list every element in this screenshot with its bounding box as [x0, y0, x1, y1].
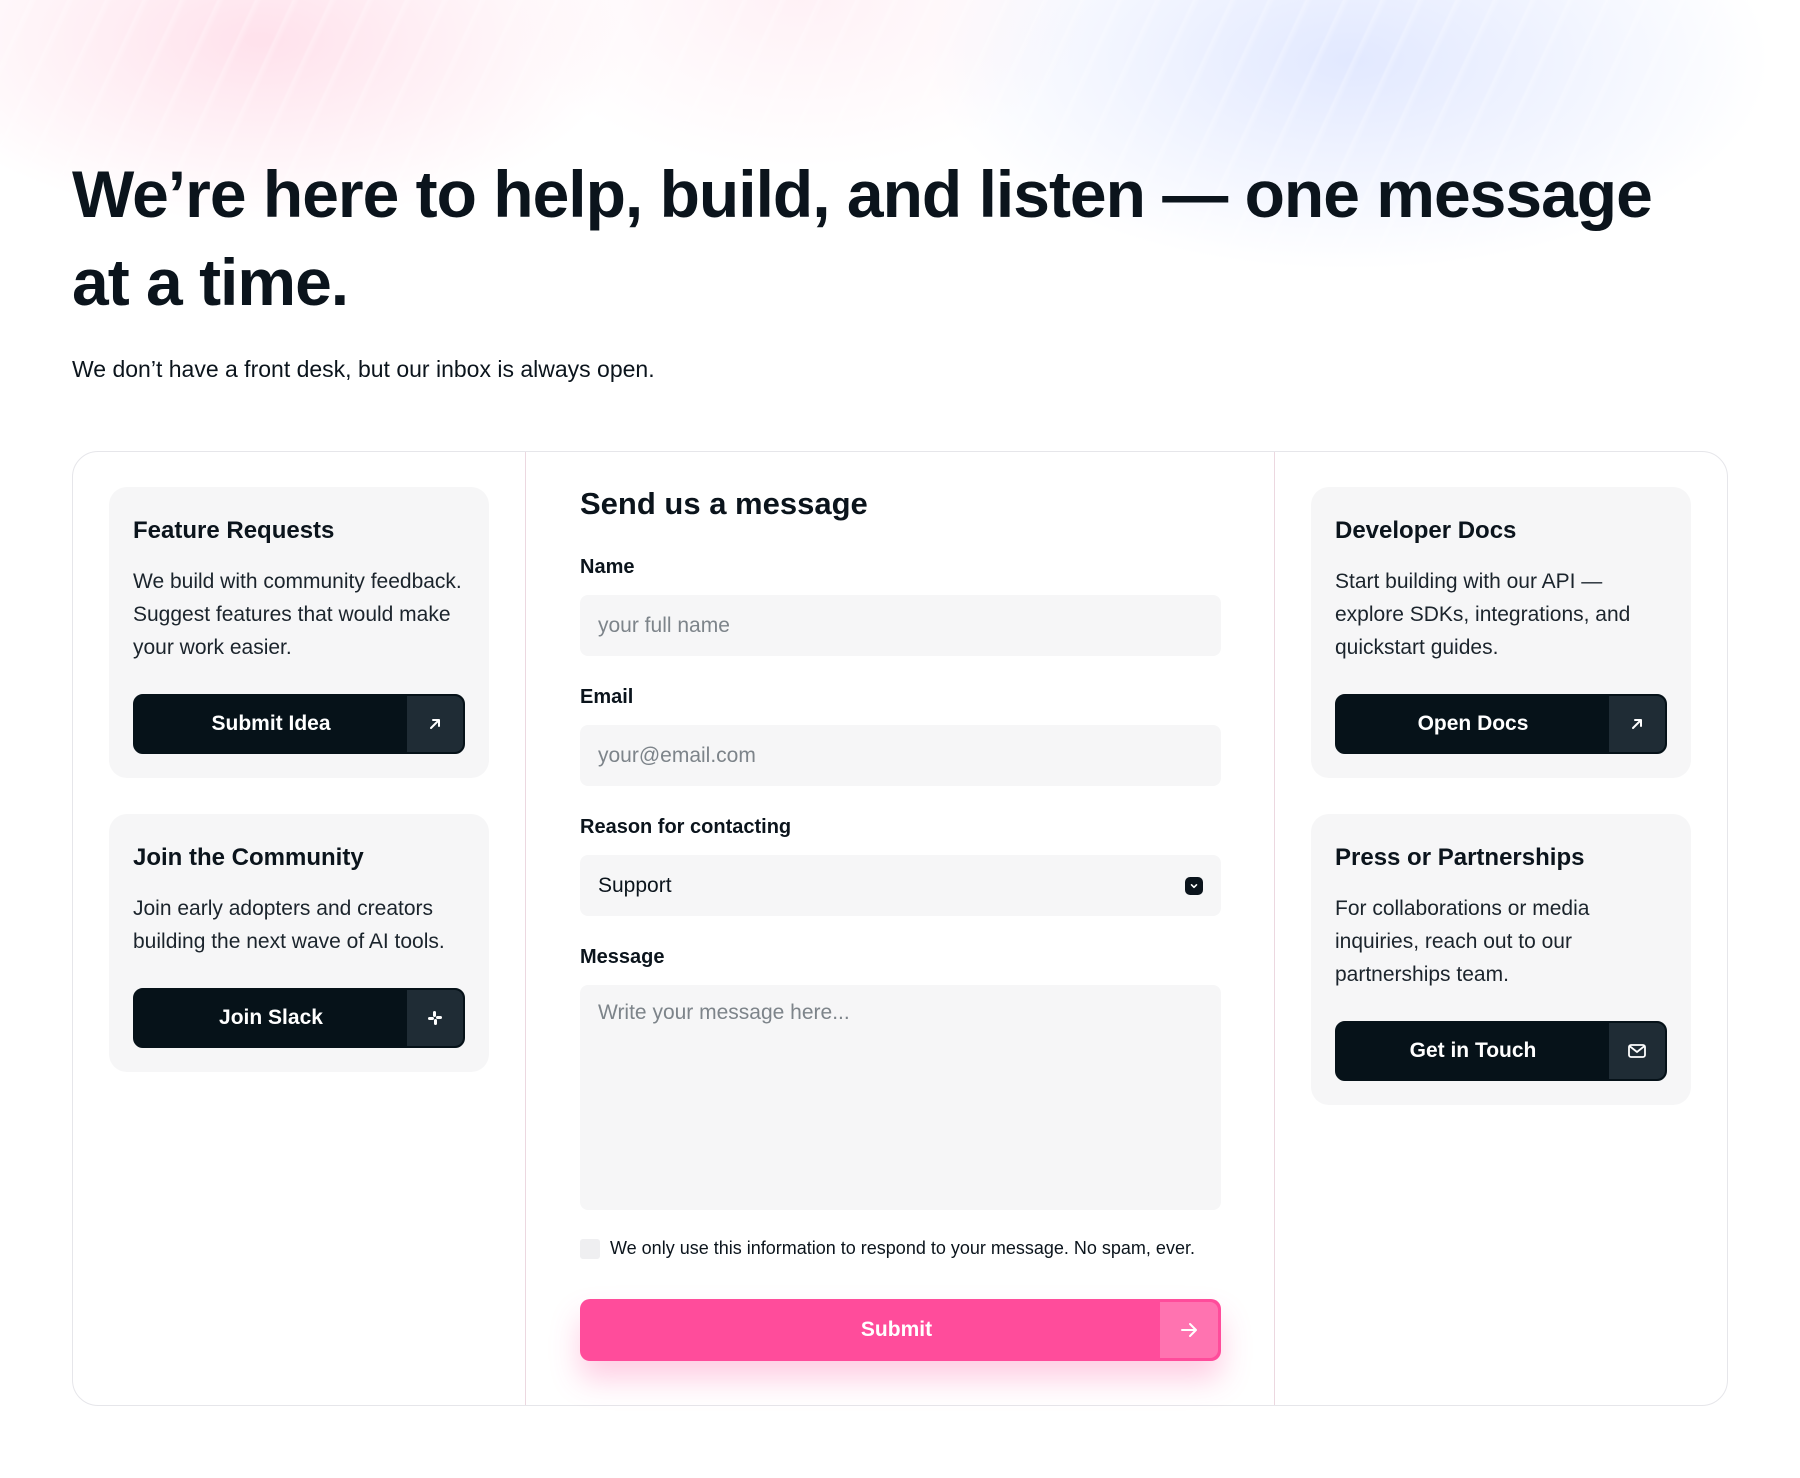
get-in-touch-button[interactable]: Get in Touch	[1335, 1021, 1667, 1081]
consent-row: We only use this information to respond …	[580, 1238, 1220, 1259]
contact-form: Send us a message Name Email Reason for …	[526, 452, 1275, 1405]
button-label: Join Slack	[219, 1006, 323, 1029]
card-title: Feature Requests	[133, 517, 335, 544]
developer-docs-card: Developer Docs Start building with our A…	[1311, 487, 1691, 778]
name-label: Name	[580, 556, 635, 578]
name-input[interactable]	[580, 595, 1221, 656]
card-text: We build with community feedback. Sugges…	[133, 570, 462, 659]
message-label: Message	[580, 946, 665, 968]
button-label: Open Docs	[1417, 712, 1529, 735]
email-label: Email	[580, 686, 634, 708]
button-label: Submit Idea	[211, 712, 331, 735]
arrow-up-right-icon	[1609, 696, 1665, 752]
card-text: For collaborations or media inquiries, r…	[1335, 897, 1590, 986]
card-title: Join the Community	[133, 844, 364, 871]
consent-text: We only use this information to respond …	[610, 1238, 1195, 1258]
mail-icon	[1609, 1023, 1665, 1079]
feature-requests-card: Feature Requests We build with community…	[109, 487, 489, 778]
hero-section: We’re here to help, build, and listen — …	[72, 150, 1712, 383]
page-title: We’re here to help, build, and listen — …	[72, 157, 1653, 319]
join-slack-button[interactable]: Join Slack	[133, 988, 465, 1048]
reason-select[interactable]: Support	[580, 855, 1221, 916]
form-title: Send us a message	[580, 486, 868, 521]
press-partnerships-card: Press or Partnerships For collaborations…	[1311, 814, 1691, 1105]
consent-checkbox[interactable]	[580, 1238, 600, 1259]
reason-selected-value: Support	[598, 873, 672, 897]
page-subtitle: We don’t have a front desk, but our inbo…	[72, 356, 655, 382]
card-title: Press or Partnerships	[1335, 844, 1585, 871]
submit-idea-button[interactable]: Submit Idea	[133, 694, 465, 754]
reason-label: Reason for contacting	[580, 816, 792, 838]
arrow-up-right-icon	[407, 696, 463, 752]
left-column: Feature Requests We build with community…	[73, 452, 526, 1405]
submit-label: Submit	[860, 1318, 933, 1341]
card-title: Developer Docs	[1335, 517, 1517, 544]
card-text: Start building with our API — explore SD…	[1335, 570, 1631, 659]
arrow-right-icon	[1160, 1302, 1218, 1358]
email-input[interactable]	[580, 725, 1221, 786]
slack-icon	[407, 990, 463, 1046]
message-textarea[interactable]	[580, 985, 1221, 1210]
button-label: Get in Touch	[1409, 1039, 1537, 1062]
contact-panel: Feature Requests We build with community…	[72, 451, 1728, 1406]
right-column: Developer Docs Start building with our A…	[1275, 452, 1727, 1405]
submit-button[interactable]: Submit	[580, 1299, 1221, 1361]
card-text: Join early adopters and creators buildin…	[133, 897, 445, 953]
chevron-down-icon	[1185, 876, 1203, 895]
open-docs-button[interactable]: Open Docs	[1335, 694, 1667, 754]
join-community-card: Join the Community Join early adopters a…	[109, 814, 489, 1072]
